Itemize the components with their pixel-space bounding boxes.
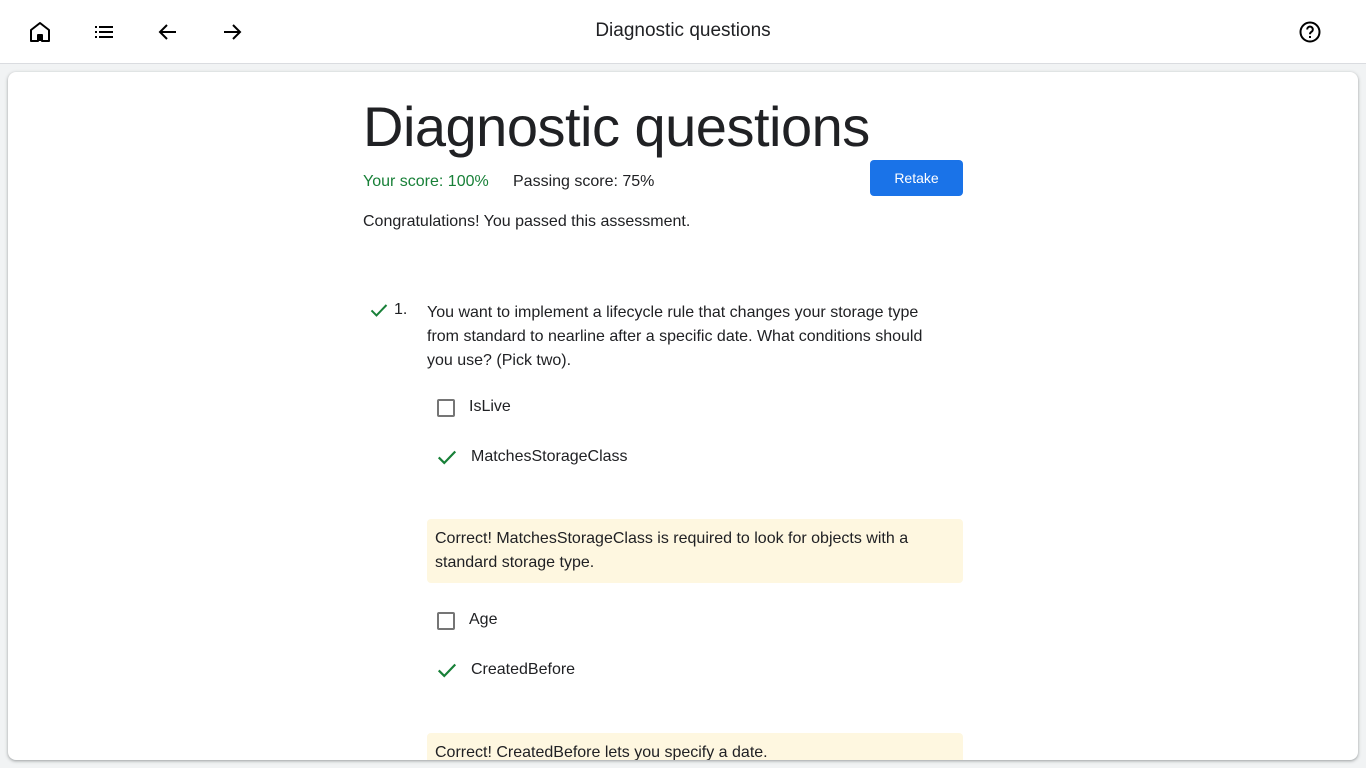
help-icon (1299, 21, 1321, 43)
page-title: Diagnostic questions (363, 95, 870, 158)
option-label: IsLive (469, 398, 511, 415)
checkbox[interactable] (437, 612, 455, 630)
question-number: 1. (394, 301, 408, 318)
top-app-bar: Diagnostic questions (0, 0, 1366, 64)
feedback-matchesstorageclass: Correct! MatchesStorageClass is required… (427, 519, 963, 583)
check-icon (437, 663, 457, 678)
checkbox[interactable] (437, 399, 455, 417)
your-score: Your score: 100% (363, 173, 489, 190)
option-label: MatchesStorageClass (471, 448, 628, 465)
result-message: Congratulations! You passed this assessm… (363, 213, 691, 230)
question-correct-check-icon (370, 304, 388, 317)
check-icon (437, 450, 457, 465)
passing-score: Passing score: 75% (513, 173, 655, 190)
option-label: CreatedBefore (471, 661, 576, 678)
help-button[interactable] (1294, 16, 1326, 48)
question-text: You want to implement a lifecycle rule t… (427, 304, 923, 369)
toolbar-title: Diagnostic questions (595, 20, 771, 41)
option-label: Age (469, 611, 498, 628)
feedback-createdbefore: Correct! CreatedBefore lets you specify … (427, 733, 963, 760)
retake-button[interactable]: Retake (870, 160, 963, 196)
assessment-card: Diagnostic questions Your score: 100% Pa… (8, 72, 1358, 760)
